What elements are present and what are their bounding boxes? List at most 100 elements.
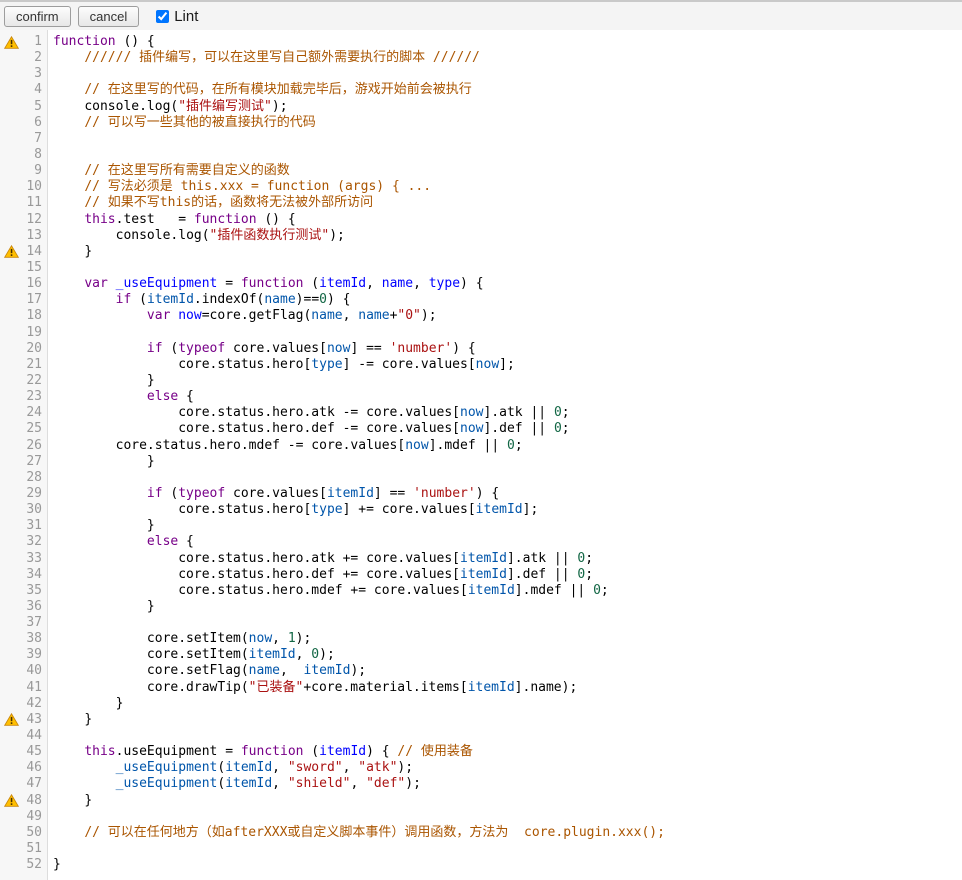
code-line[interactable]: 16 var _useEquipment = function (itemId,… (0, 276, 962, 292)
code-line[interactable]: 32 else { (0, 534, 962, 550)
code-line[interactable]: 13 console.log("插件函数执行测试"); (0, 228, 962, 244)
gutter-marker-space (0, 663, 22, 679)
code-line[interactable]: 42 } (0, 696, 962, 712)
code-line[interactable]: 2 ////// 插件编写，可以在这里写自己额外需要执行的脚本 ////// (0, 50, 962, 66)
code-line[interactable]: 4 // 在这里写的代码，在所有模块加载完毕后，游戏开始前会被执行 (0, 82, 962, 98)
gutter-marker-space (0, 66, 22, 82)
code-text: else { (48, 534, 194, 550)
warning-icon[interactable] (0, 34, 22, 50)
lint-checkbox[interactable] (156, 10, 169, 23)
line-number: 15 (22, 260, 48, 276)
code-line[interactable]: 17 if (itemId.indexOf(name)==0) { (0, 292, 962, 308)
line-number: 6 (22, 115, 48, 131)
code-line[interactable]: 36 } (0, 599, 962, 615)
code-line[interactable]: 9 // 在这里写所有需要自定义的函数 (0, 163, 962, 179)
warning-icon[interactable] (0, 244, 22, 260)
code-text: this.useEquipment = function (itemId) { … (48, 744, 473, 760)
code-text (48, 841, 53, 857)
gutter-marker-space (0, 179, 22, 195)
code-line[interactable]: 46 _useEquipment(itemId, "sword", "atk")… (0, 760, 962, 776)
code-text: core.status.hero.atk -= core.values[now]… (48, 405, 570, 421)
code-line[interactable]: 15 (0, 260, 962, 276)
code-line[interactable]: 34 core.status.hero.def += core.values[i… (0, 567, 962, 583)
cancel-button[interactable]: cancel (78, 6, 140, 27)
code-line[interactable]: 28 (0, 470, 962, 486)
code-editor[interactable]: 1function () {2 ////// 插件编写，可以在这里写自己额外需要… (0, 30, 962, 880)
code-area[interactable]: 1function () {2 ////// 插件编写，可以在这里写自己额外需要… (0, 34, 962, 873)
code-text (48, 325, 53, 341)
code-text (48, 615, 53, 631)
code-line[interactable]: 44 (0, 728, 962, 744)
code-text (48, 147, 53, 163)
gutter: 1 (0, 34, 48, 50)
code-line[interactable]: 43 } (0, 712, 962, 728)
code-line[interactable]: 5 console.log("插件编写测试"); (0, 99, 962, 115)
code-line[interactable]: 48 } (0, 793, 962, 809)
gutter-marker-space (0, 599, 22, 615)
code-line[interactable]: 37 (0, 615, 962, 631)
code-line[interactable]: 8 (0, 147, 962, 163)
code-line[interactable]: 27 } (0, 454, 962, 470)
warning-icon[interactable] (0, 712, 22, 728)
line-number: 7 (22, 131, 48, 147)
code-line[interactable]: 12 this.test = function () { (0, 212, 962, 228)
line-number: 20 (22, 341, 48, 357)
code-line[interactable]: 50 // 可以在任何地方（如afterXXX或自定义脚本事件）调用函数，方法为… (0, 825, 962, 841)
code-text: if (typeof core.values[now] == 'number')… (48, 341, 476, 357)
code-text: core.status.hero[type] += core.values[it… (48, 502, 538, 518)
code-line[interactable]: 25 core.status.hero.def -= core.values[n… (0, 421, 962, 437)
code-line[interactable]: 52} (0, 857, 962, 873)
code-line[interactable]: 26 core.status.hero.mdef -= core.values[… (0, 438, 962, 454)
code-line[interactable]: 38 core.setItem(now, 1); (0, 631, 962, 647)
code-text: ////// 插件编写，可以在这里写自己额外需要执行的脚本 ////// (48, 50, 480, 66)
code-line[interactable]: 23 else { (0, 389, 962, 405)
code-line[interactable]: 21 core.status.hero[type] -= core.values… (0, 357, 962, 373)
line-number: 1 (22, 34, 48, 50)
code-text: core.setFlag(name, itemId); (48, 663, 366, 679)
lint-toggle[interactable]: Lint (156, 8, 198, 25)
line-number: 4 (22, 82, 48, 98)
code-text: // 在这里写的代码，在所有模块加载完毕后，游戏开始前会被执行 (48, 82, 472, 98)
code-line[interactable]: 24 core.status.hero.atk -= core.values[n… (0, 405, 962, 421)
code-line[interactable]: 18 var now=core.getFlag(name, name+"0"); (0, 308, 962, 324)
line-number: 10 (22, 179, 48, 195)
code-line[interactable]: 49 (0, 809, 962, 825)
code-line[interactable]: 30 core.status.hero[type] += core.values… (0, 502, 962, 518)
line-number: 38 (22, 631, 48, 647)
code-line[interactable]: 3 (0, 66, 962, 82)
code-line[interactable]: 40 core.setFlag(name, itemId); (0, 663, 962, 679)
gutter: 8 (0, 147, 48, 163)
line-number: 42 (22, 696, 48, 712)
line-number: 2 (22, 50, 48, 66)
warning-icon[interactable] (0, 793, 22, 809)
gutter: 27 (0, 454, 48, 470)
line-number: 23 (22, 389, 48, 405)
code-line[interactable]: 47 _useEquipment(itemId, "shield", "def"… (0, 776, 962, 792)
code-line[interactable]: 33 core.status.hero.atk += core.values[i… (0, 551, 962, 567)
line-number: 34 (22, 567, 48, 583)
code-line[interactable]: 10 // 写法必须是 this.xxx = function (args) {… (0, 179, 962, 195)
line-number: 29 (22, 486, 48, 502)
gutter: 23 (0, 389, 48, 405)
code-line[interactable]: 11 // 如果不写this的话，函数将无法被外部所访问 (0, 195, 962, 211)
code-line[interactable]: 14 } (0, 244, 962, 260)
code-line[interactable]: 7 (0, 131, 962, 147)
gutter-marker-space (0, 99, 22, 115)
code-line[interactable]: 29 if (typeof core.values[itemId] == 'nu… (0, 486, 962, 502)
gutter-marker-space (0, 308, 22, 324)
lint-label: Lint (174, 8, 198, 25)
code-text: if (typeof core.values[itemId] == 'numbe… (48, 486, 499, 502)
code-line[interactable]: 6 // 可以写一些其他的被直接执行的代码 (0, 115, 962, 131)
code-line[interactable]: 35 core.status.hero.mdef += core.values[… (0, 583, 962, 599)
code-line[interactable]: 1function () { (0, 34, 962, 50)
confirm-button[interactable]: confirm (4, 6, 71, 27)
code-line[interactable]: 51 (0, 841, 962, 857)
code-line[interactable]: 19 (0, 325, 962, 341)
code-line[interactable]: 31 } (0, 518, 962, 534)
code-line[interactable]: 20 if (typeof core.values[now] == 'numbe… (0, 341, 962, 357)
gutter: 10 (0, 179, 48, 195)
code-line[interactable]: 39 core.setItem(itemId, 0); (0, 647, 962, 663)
code-line[interactable]: 22 } (0, 373, 962, 389)
code-line[interactable]: 45 this.useEquipment = function (itemId)… (0, 744, 962, 760)
code-line[interactable]: 41 core.drawTip("已装备"+core.material.item… (0, 680, 962, 696)
